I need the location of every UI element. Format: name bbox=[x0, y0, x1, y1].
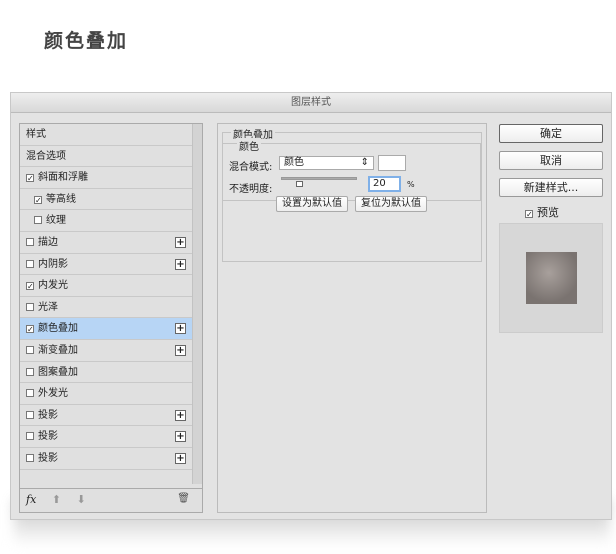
checkbox-icon[interactable]: ✓ bbox=[34, 195, 42, 204]
preview-label: 预览 bbox=[537, 206, 559, 219]
dialog-title: 图层样式 bbox=[11, 93, 611, 113]
style-item-label: 纹理 bbox=[46, 215, 66, 227]
set-default-button[interactable]: 设置为默认值 bbox=[276, 196, 348, 212]
checkbox-icon[interactable] bbox=[26, 410, 34, 419]
percent-label: % bbox=[407, 180, 415, 189]
styles-scrollbar[interactable] bbox=[192, 124, 202, 484]
style-item-label: 投影 bbox=[38, 409, 58, 421]
style-item-label: 等高线 bbox=[46, 193, 76, 205]
style-item[interactable]: 内阴影 + bbox=[20, 254, 192, 276]
style-item-label: 光泽 bbox=[38, 301, 58, 313]
color-swatch[interactable] bbox=[378, 155, 406, 171]
checkbox-icon[interactable] bbox=[26, 237, 34, 246]
checkbox-icon[interactable]: ✓ bbox=[26, 174, 34, 183]
checkbox-icon[interactable] bbox=[26, 432, 34, 441]
style-item[interactable]: ✓ 颜色叠加 + bbox=[20, 318, 192, 340]
checkbox-icon[interactable] bbox=[26, 302, 34, 311]
styles-toolbar: fx ⬆ ⬇ 🗑 bbox=[20, 488, 202, 512]
style-item[interactable]: 外发光 bbox=[20, 383, 192, 405]
checkbox-icon[interactable] bbox=[26, 389, 34, 398]
preview-thumbnail bbox=[526, 252, 577, 304]
style-item-label: 外发光 bbox=[38, 388, 68, 400]
style-item-label: 内发光 bbox=[38, 280, 68, 292]
settings-panel: 颜色叠加 颜色 混合模式: 颜色 ⇕ 不透明度: 20 % 设置为默认值 复位为默… bbox=[217, 123, 487, 513]
style-item-label: 内阴影 bbox=[38, 258, 68, 270]
blend-mode-value: 颜色 bbox=[284, 157, 304, 168]
style-item-label: 描边 bbox=[38, 236, 58, 248]
subgroup-title: 颜色 bbox=[237, 138, 261, 153]
checkbox-icon: ✓ bbox=[525, 210, 533, 219]
style-item[interactable]: 图案叠加 bbox=[20, 362, 192, 384]
style-item[interactable]: 投影 + bbox=[20, 405, 192, 427]
color-overlay-group: 颜色叠加 颜色 混合模式: 颜色 ⇕ 不透明度: 20 % bbox=[222, 126, 482, 262]
checkbox-icon[interactable]: ✓ bbox=[26, 325, 34, 334]
color-subgroup: 颜色 混合模式: 颜色 ⇕ 不透明度: 20 % bbox=[223, 138, 481, 201]
style-item[interactable]: 描边 + bbox=[20, 232, 192, 254]
opacity-slider[interactable] bbox=[281, 177, 357, 187]
move-down-icon[interactable]: ⬇ bbox=[77, 493, 86, 506]
add-icon[interactable]: + bbox=[175, 452, 186, 464]
checkbox-icon[interactable] bbox=[34, 216, 42, 225]
style-item-label: 混合选项 bbox=[26, 150, 66, 162]
cancel-button[interactable]: 取消 bbox=[499, 151, 603, 170]
style-item[interactable]: ✓ 斜面和浮雕 bbox=[20, 167, 192, 189]
style-item-label: 图案叠加 bbox=[38, 366, 78, 378]
style-item[interactable]: 投影 + bbox=[20, 426, 192, 448]
checkbox-icon[interactable]: ✓ bbox=[26, 282, 34, 291]
ok-button[interactable]: 确定 bbox=[499, 124, 603, 143]
checkbox-icon[interactable] bbox=[26, 453, 34, 462]
move-up-icon[interactable]: ⬆ bbox=[52, 493, 61, 506]
add-icon[interactable]: + bbox=[175, 236, 186, 248]
style-item-label: 样式 bbox=[26, 129, 46, 140]
style-item[interactable]: ✓ 内发光 bbox=[20, 275, 192, 297]
style-item-label: 颜色叠加 bbox=[38, 323, 78, 335]
checkbox-icon[interactable] bbox=[26, 367, 34, 376]
style-item[interactable]: 混合选项 bbox=[20, 146, 192, 168]
blend-mode-select[interactable]: 颜色 ⇕ bbox=[279, 156, 374, 170]
style-item[interactable]: 样式 bbox=[20, 124, 192, 146]
style-item-label: 斜面和浮雕 bbox=[38, 172, 88, 184]
page-heading: 颜色叠加 bbox=[44, 30, 129, 52]
slider-thumb[interactable] bbox=[296, 181, 303, 187]
reset-default-button[interactable]: 复位为默认值 bbox=[355, 196, 427, 212]
style-item-label: 投影 bbox=[38, 452, 58, 464]
fx-icon[interactable]: fx bbox=[26, 493, 36, 506]
preview-checkbox[interactable]: ✓ 预览 bbox=[525, 204, 559, 220]
trash-icon[interactable]: 🗑 bbox=[177, 493, 190, 504]
checkbox-icon[interactable] bbox=[26, 259, 34, 268]
style-item-label: 渐变叠加 bbox=[38, 344, 78, 356]
style-item[interactable]: 光泽 bbox=[20, 297, 192, 319]
add-icon[interactable]: + bbox=[175, 344, 186, 356]
style-item[interactable]: ✓ 等高线 bbox=[20, 189, 192, 211]
opacity-label: 不透明度: bbox=[229, 184, 273, 195]
layer-style-dialog: 图层样式 样式混合选项 ✓ 斜面和浮雕 ✓ 等高线纹理描边 + 内阴影 + ✓ 内发光光泽 ✓ 颜色叠… bbox=[10, 92, 612, 520]
checkbox-icon[interactable] bbox=[26, 345, 34, 354]
add-icon[interactable]: + bbox=[175, 323, 186, 335]
add-icon[interactable]: + bbox=[175, 431, 186, 443]
preview-area bbox=[499, 223, 603, 333]
new-style-button[interactable]: 新建样式... bbox=[499, 178, 603, 197]
styles-list: 样式 混合选项 ✓ 斜面和浮雕 ✓ 等高线 纹理 描边 + 内阴影 + ✓ 内发光 光泽 ✓ 颜色叠加 + 渐变叠… bbox=[19, 123, 203, 513]
blend-mode-label: 混合模式: bbox=[229, 162, 273, 173]
style-item[interactable]: 投影 + bbox=[20, 448, 192, 470]
select-arrows-icon: ⇕ bbox=[360, 157, 369, 168]
style-item[interactable]: 纹理 bbox=[20, 210, 192, 232]
style-item[interactable]: 渐变叠加 + bbox=[20, 340, 192, 362]
opacity-input[interactable]: 20 bbox=[368, 176, 401, 192]
style-item-label: 投影 bbox=[38, 431, 58, 443]
add-icon[interactable]: + bbox=[175, 258, 186, 270]
add-icon[interactable]: + bbox=[175, 409, 186, 421]
